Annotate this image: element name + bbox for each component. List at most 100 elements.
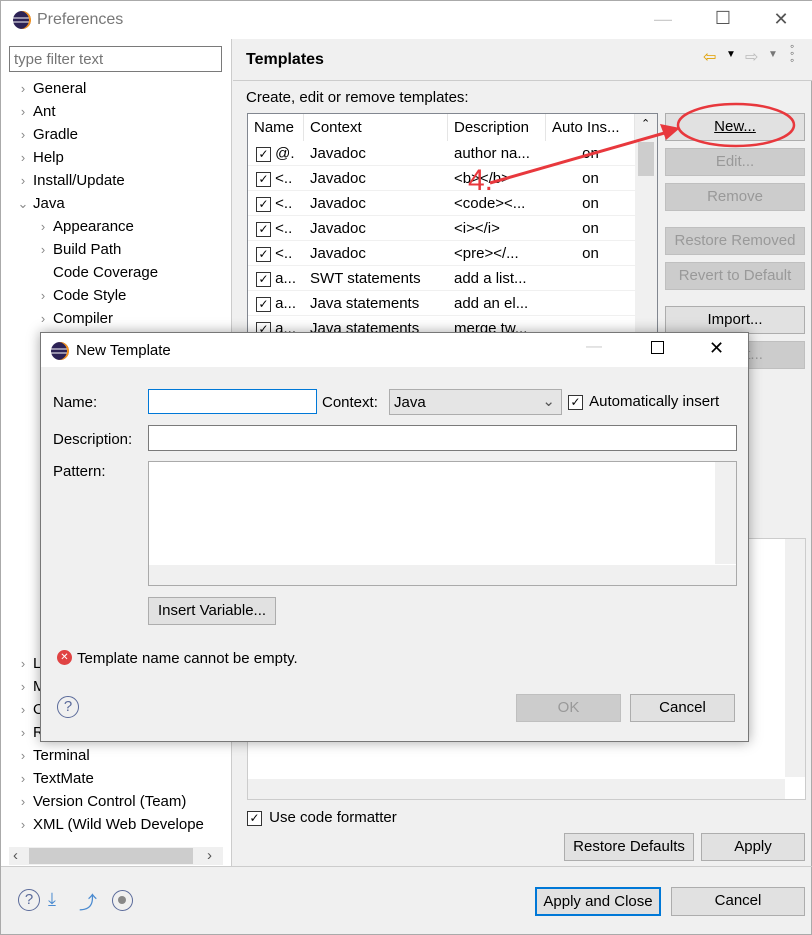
- scroll-right-icon[interactable]: ›: [207, 847, 212, 864]
- restore-defaults-button[interactable]: Restore Defaults: [564, 833, 694, 861]
- name-text: <..: [275, 220, 293, 237]
- table-row[interactable]: ✓ <.. Javadoc <code><... on: [248, 191, 635, 216]
- preference-tree: › General › Ant › Gradle › Help › Install/Upd…: [13, 77, 228, 330]
- tree-item-compiler[interactable]: › Compiler: [13, 307, 228, 330]
- table-vertical-scrollbar[interactable]: ⌃: [635, 114, 657, 342]
- enabled-checkbox[interactable]: ✓: [256, 222, 271, 237]
- table-row[interactable]: ✓ a... Java statements add an el...: [248, 291, 635, 316]
- view-menu-icon[interactable]: ◦ ◦ ◦: [790, 40, 794, 66]
- help-icon[interactable]: ?: [18, 889, 40, 911]
- new-template-dialog: New Template — ✕ Name: Context: Java ⌄ ✓…: [40, 332, 749, 742]
- maximize-button[interactable]: ☐: [703, 8, 743, 29]
- back-arrow-icon[interactable]: ⇦: [703, 47, 716, 67]
- scroll-thumb[interactable]: [638, 142, 654, 176]
- tree-horizontal-scrollbar[interactable]: ‹ ›: [9, 847, 223, 865]
- page-header: Templates ⇦ ▼ ⇨ ▼ ◦ ◦ ◦: [233, 39, 812, 81]
- enabled-checkbox[interactable]: ✓: [256, 172, 271, 187]
- apply-button[interactable]: Apply: [701, 833, 805, 861]
- column-header-name[interactable]: Name: [248, 114, 304, 141]
- context-select[interactable]: Java ⌄: [389, 389, 562, 415]
- tree-label: Ant: [33, 103, 56, 120]
- chevron-down-icon: ⌄: [542, 393, 555, 410]
- tree-item-code-style[interactable]: › Code Style: [13, 284, 228, 307]
- tree-item-gradle[interactable]: › Gradle: [13, 123, 228, 146]
- description-cell: <i></i>: [454, 220, 500, 237]
- enabled-checkbox[interactable]: ✓: [256, 197, 271, 212]
- tree-item-appearance[interactable]: › Appearance: [13, 215, 228, 238]
- apply-and-close-button[interactable]: Apply and Close: [535, 887, 661, 916]
- tree-label: TextMate: [33, 770, 94, 787]
- enabled-checkbox[interactable]: ✓: [256, 147, 271, 162]
- tree-item-install-update[interactable]: › Install/Update: [13, 169, 228, 192]
- pattern-vertical-scrollbar[interactable]: [715, 462, 736, 564]
- maximize-button[interactable]: [651, 341, 664, 354]
- table-row[interactable]: ✓ <.. Javadoc <i></i> on: [248, 216, 635, 241]
- auto-insert-checkbox[interactable]: ✓ Automatically insert: [568, 393, 719, 410]
- minimize-button[interactable]: —: [643, 9, 683, 30]
- new-button[interactable]: New...: [665, 113, 805, 141]
- dialog-close-button[interactable]: ✕: [709, 338, 724, 359]
- dialog-cancel-button[interactable]: Cancel: [630, 694, 735, 722]
- tree-item-general[interactable]: › General: [13, 77, 228, 100]
- eclipse-logo-icon: [51, 342, 69, 360]
- back-dropdown-icon[interactable]: ▼: [726, 49, 736, 60]
- tree-item-build-path[interactable]: › Build Path: [13, 238, 228, 261]
- context-cell: Javadoc: [310, 145, 366, 162]
- help-icon[interactable]: ?: [57, 696, 79, 718]
- preview-horizontal-scrollbar[interactable]: [248, 779, 785, 799]
- chevron-right-icon: ›: [40, 311, 46, 326]
- cancel-button[interactable]: Cancel: [671, 887, 805, 916]
- use-code-formatter-checkbox[interactable]: ✓ Use code formatter: [247, 809, 397, 826]
- filter-input[interactable]: [9, 46, 222, 72]
- close-button[interactable]: ✕: [761, 9, 801, 30]
- enabled-checkbox[interactable]: ✓: [256, 297, 271, 312]
- import-button[interactable]: Import...: [665, 306, 805, 334]
- edit-button[interactable]: Edit...: [665, 148, 805, 176]
- restore-removed-button[interactable]: Restore Removed: [665, 227, 805, 255]
- record-icon[interactable]: [112, 890, 133, 911]
- tree-item-version-control[interactable]: › Version Control (Team): [13, 790, 228, 813]
- forward-dropdown-icon[interactable]: ▼: [768, 49, 778, 60]
- name-text: a...: [275, 270, 297, 287]
- export-preferences-icon[interactable]: ⤴: [79, 889, 97, 915]
- remove-button[interactable]: Remove: [665, 183, 805, 211]
- tree-item-ant[interactable]: › Ant: [13, 100, 228, 123]
- insert-variable-button[interactable]: Insert Variable...: [148, 597, 276, 625]
- column-header-auto-insert[interactable]: Auto Ins...: [546, 114, 635, 141]
- ok-button[interactable]: OK: [516, 694, 621, 722]
- tree-item-java[interactable]: ⌄ Java: [13, 192, 228, 215]
- scroll-up-icon[interactable]: ⌃: [641, 117, 650, 130]
- tree-item-xml[interactable]: › XML (Wild Web Develope: [13, 813, 228, 836]
- revert-to-default-button[interactable]: Revert to Default: [665, 262, 805, 290]
- scroll-thumb[interactable]: [29, 848, 193, 864]
- chevron-right-icon: ›: [20, 656, 26, 671]
- tree-item-code-coverage[interactable]: Code Coverage: [13, 261, 228, 284]
- tree-item-terminal[interactable]: › Terminal: [13, 744, 228, 767]
- enabled-checkbox[interactable]: ✓: [256, 272, 271, 287]
- forward-arrow-icon[interactable]: ⇨: [745, 47, 758, 67]
- import-preferences-icon[interactable]: ⤓: [48, 889, 56, 910]
- context-cell: Javadoc: [310, 170, 366, 187]
- tree-label: Java: [33, 195, 65, 212]
- name-cell: ✓ <..: [248, 166, 304, 191]
- description-input[interactable]: [148, 425, 737, 451]
- preview-vertical-scrollbar[interactable]: [785, 539, 805, 777]
- checkbox-icon[interactable]: ✓: [568, 395, 583, 410]
- checkbox-icon[interactable]: ✓: [247, 811, 262, 826]
- minimize-button[interactable]: —: [586, 338, 602, 356]
- table-row[interactable]: ✓ <.. Javadoc <b></b> on: [248, 166, 635, 191]
- column-header-description[interactable]: Description: [448, 114, 546, 141]
- tree-item-help[interactable]: › Help: [13, 146, 228, 169]
- pattern-textarea[interactable]: [148, 461, 737, 586]
- scroll-left-icon[interactable]: ‹: [13, 847, 18, 864]
- table-row[interactable]: ✓ @. Javadoc author na... on: [248, 141, 635, 166]
- column-header-context[interactable]: Context: [304, 114, 448, 141]
- tree-item-textmate[interactable]: › TextMate: [13, 767, 228, 790]
- tree-label: Version Control (Team): [33, 793, 187, 810]
- pattern-horizontal-scrollbar[interactable]: [149, 565, 736, 585]
- table-row[interactable]: ✓ <.. Javadoc <pre></... on: [248, 241, 635, 266]
- templates-table[interactable]: Name Context Description Auto Ins... ⌃ ✓…: [247, 113, 658, 343]
- enabled-checkbox[interactable]: ✓: [256, 247, 271, 262]
- name-input[interactable]: [148, 389, 317, 414]
- table-row[interactable]: ✓ a... SWT statements add a list...: [248, 266, 635, 291]
